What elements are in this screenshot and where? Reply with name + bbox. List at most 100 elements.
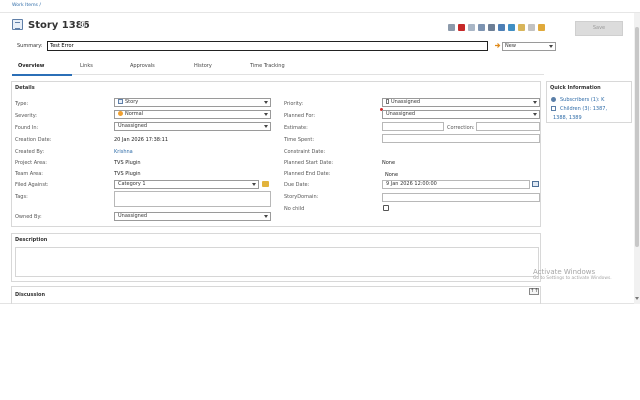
planned-end-date-label: Planned End Date: bbox=[284, 171, 331, 177]
story-domain-input[interactable] bbox=[382, 193, 540, 202]
tab-history[interactable]: History bbox=[194, 63, 212, 69]
owned-by-value: Unassigned bbox=[118, 213, 148, 219]
watermark-subtitle: Go to Settings to activate Windows. bbox=[533, 276, 612, 281]
severity-value: Normal bbox=[125, 111, 144, 117]
relationships-icon[interactable] bbox=[498, 24, 505, 31]
type-label: Type: bbox=[15, 101, 29, 107]
sort-button[interactable]: ↑↑ bbox=[529, 288, 539, 295]
tab-time-tracking[interactable]: Time Tracking bbox=[250, 63, 285, 69]
copy-icon[interactable] bbox=[468, 24, 475, 31]
delete-icon[interactable] bbox=[458, 24, 465, 31]
found-in-label: Found In: bbox=[15, 125, 39, 131]
print-icon[interactable] bbox=[448, 24, 455, 31]
severity-icon bbox=[118, 111, 123, 116]
link-icon[interactable] bbox=[488, 24, 495, 31]
filed-against-select[interactable]: Category 1 bbox=[114, 180, 259, 189]
estimate-input[interactable] bbox=[382, 122, 444, 131]
attach-icon[interactable] bbox=[518, 24, 525, 31]
children-icon bbox=[551, 106, 556, 111]
summary-field[interactable] bbox=[47, 41, 488, 51]
due-date-label: Due Date: bbox=[284, 182, 310, 188]
found-in-select[interactable]: Unassigned bbox=[114, 122, 271, 131]
severity-select[interactable]: Normal bbox=[114, 110, 271, 119]
team-area-label: Team Area: bbox=[15, 171, 43, 177]
description-editor[interactable] bbox=[15, 247, 539, 277]
no-child-checkbox[interactable] bbox=[383, 205, 389, 211]
created-by-link[interactable]: Krishna bbox=[114, 149, 133, 155]
activate-windows-watermark: Activate Windows Go to Settings to activ… bbox=[533, 268, 612, 281]
discussion-section: Discussion ↑↑ bbox=[11, 286, 541, 304]
tab-approvals[interactable]: Approvals bbox=[130, 63, 155, 69]
priority-value: Unassigned bbox=[391, 99, 421, 105]
description-section: Description bbox=[11, 233, 541, 282]
planned-start-date-value: None bbox=[382, 160, 396, 166]
type-value: Story bbox=[125, 99, 139, 105]
description-title: Description bbox=[15, 237, 48, 243]
pin-icon[interactable] bbox=[538, 24, 545, 31]
story-icon bbox=[118, 99, 123, 104]
creation-date-label: Creation Date: bbox=[15, 137, 52, 143]
quick-information-title: Quick Information bbox=[550, 85, 601, 91]
vertical-scrollbar[interactable] bbox=[634, 13, 640, 304]
due-date-input[interactable]: 9 Jan 2026 12:00:00 bbox=[382, 180, 530, 189]
planned-for-value: Unassigned bbox=[386, 111, 416, 117]
children-link[interactable]: Children (3): 1387, bbox=[560, 106, 607, 112]
state-transition-icon bbox=[494, 42, 501, 49]
watermark-title: Activate Windows bbox=[533, 268, 596, 276]
team-area-value: TVS Plugin bbox=[114, 171, 141, 177]
scrollbar-thumb[interactable] bbox=[635, 27, 639, 247]
subscribers-link[interactable]: Subscribers (1): K bbox=[560, 97, 604, 103]
calendar-icon[interactable] bbox=[532, 181, 539, 187]
share-icon[interactable] bbox=[508, 24, 515, 31]
priority-select[interactable]: Unassigned bbox=[382, 98, 540, 107]
tab-bar: Overview Links Approvals History Time Tr… bbox=[12, 61, 544, 75]
trash-icon[interactable] bbox=[528, 24, 535, 31]
tab-links[interactable]: Links bbox=[80, 63, 93, 69]
planned-start-date-label: Planned Start Date: bbox=[284, 160, 334, 166]
state-select[interactable]: New bbox=[502, 42, 556, 51]
edit-title-icon[interactable] bbox=[80, 21, 85, 27]
tab-overview[interactable]: Overview bbox=[18, 63, 44, 69]
chevron-down-icon bbox=[264, 101, 268, 104]
owned-by-label: Owned By: bbox=[15, 214, 42, 220]
breadcrumb[interactable]: Work Items / bbox=[12, 3, 41, 8]
chevron-down-icon bbox=[533, 101, 537, 104]
quick-information-panel: Quick Information Subscribers (1): K Chi… bbox=[546, 81, 632, 123]
owned-by-select[interactable]: Unassigned bbox=[114, 212, 271, 221]
no-child-label: No child bbox=[284, 206, 305, 212]
toolbar bbox=[448, 24, 545, 33]
discussion-title: Discussion bbox=[15, 292, 46, 298]
created-by-label: Created By: bbox=[15, 149, 45, 155]
estimate-label: Estimate: bbox=[284, 125, 308, 131]
state-value: New bbox=[505, 43, 516, 49]
chevron-down-icon bbox=[533, 113, 537, 116]
save-button[interactable]: Save bbox=[575, 21, 623, 36]
planned-end-date-value: None bbox=[385, 172, 399, 178]
active-tab-indicator bbox=[12, 74, 72, 76]
time-spent-input[interactable] bbox=[382, 134, 540, 143]
story-type-icon bbox=[12, 19, 23, 30]
work-item-editor: Work Items / Story 1386 Save Summary: Ne… bbox=[0, 0, 640, 304]
planned-for-select[interactable]: Unassigned bbox=[382, 110, 540, 119]
creation-date-value: 20 Jan 2026 17:38:11 bbox=[114, 137, 169, 143]
duplicate-icon[interactable] bbox=[478, 24, 485, 31]
children-link-continued[interactable]: 1388, 1389 bbox=[553, 115, 582, 121]
project-area-value: TVS Plugin bbox=[114, 160, 141, 166]
correction-input[interactable] bbox=[476, 122, 540, 131]
tags-input[interactable] bbox=[114, 191, 271, 207]
priority-icon bbox=[386, 99, 389, 104]
tags-label: Tags: bbox=[15, 194, 28, 200]
project-area-label: Project Area: bbox=[15, 160, 47, 166]
chevron-down-icon bbox=[252, 183, 256, 186]
filed-against-label: Filed Against: bbox=[15, 182, 49, 188]
type-select[interactable]: Story bbox=[114, 98, 271, 107]
folder-icon[interactable] bbox=[262, 181, 269, 187]
details-section: Details Type: Story Severity: Normal Fou… bbox=[11, 81, 541, 227]
chevron-down-icon bbox=[264, 113, 268, 116]
summary-label: Summary: bbox=[17, 43, 43, 49]
filed-against-value: Category 1 bbox=[118, 181, 146, 187]
chevron-down-icon bbox=[264, 215, 268, 218]
details-title: Details bbox=[15, 85, 35, 91]
subscribers-icon bbox=[551, 97, 556, 102]
scroll-down-arrow-icon[interactable] bbox=[635, 297, 639, 300]
